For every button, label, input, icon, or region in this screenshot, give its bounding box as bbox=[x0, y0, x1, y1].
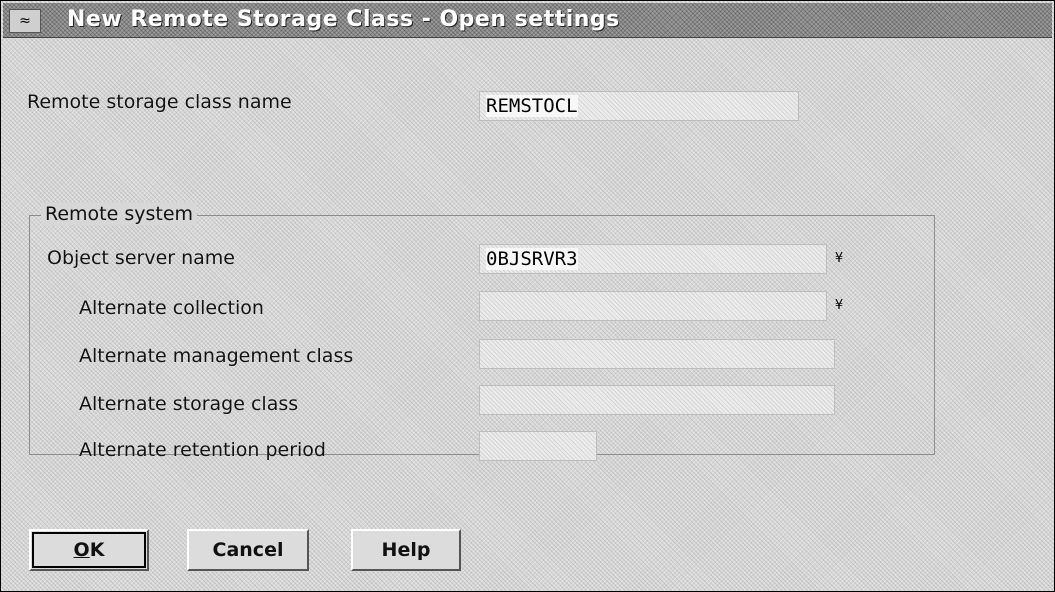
alternate-storage-class-label: Alternate storage class bbox=[79, 393, 299, 415]
alternate-management-class-field[interactable] bbox=[479, 339, 835, 369]
remote-storage-class-name-value: REMSTOCL bbox=[486, 95, 578, 117]
alternate-storage-class-field[interactable] bbox=[479, 385, 835, 415]
remote-storage-class-name-field[interactable]: REMSTOCL bbox=[479, 91, 799, 121]
ok-button-label: K bbox=[89, 539, 105, 561]
help-button[interactable]: Help bbox=[351, 529, 461, 571]
cancel-button[interactable]: Cancel bbox=[187, 529, 309, 571]
alternate-collection-dropdown-icon[interactable]: ¥ bbox=[831, 293, 847, 319]
system-menu-icon[interactable]: ≈ bbox=[9, 9, 41, 33]
remote-storage-class-name-label: Remote storage class name bbox=[27, 91, 292, 113]
object-server-name-value: 0BJSRVR3 bbox=[486, 248, 578, 270]
alternate-retention-period-field[interactable] bbox=[479, 431, 597, 461]
ok-button[interactable]: OK bbox=[29, 529, 149, 571]
window-title: New Remote Storage Class - Open settings bbox=[67, 7, 620, 32]
object-server-name-field[interactable]: 0BJSRVR3 bbox=[479, 244, 827, 274]
dialog-window: ≈ New Remote Storage Class - Open settin… bbox=[0, 0, 1055, 592]
ok-button-mnemonic: O bbox=[73, 539, 90, 561]
title-bar[interactable]: ≈ New Remote Storage Class - Open settin… bbox=[3, 3, 1052, 38]
object-server-dropdown-icon[interactable]: ¥ bbox=[831, 246, 847, 272]
alternate-retention-period-label: Alternate retention period bbox=[79, 439, 326, 461]
alternate-collection-field[interactable] bbox=[479, 291, 827, 321]
alternate-management-class-label: Alternate management class bbox=[79, 345, 354, 367]
remote-system-group-title: Remote system bbox=[41, 203, 198, 225]
alternate-collection-label: Alternate collection bbox=[79, 297, 264, 319]
object-server-name-label: Object server name bbox=[47, 247, 235, 269]
